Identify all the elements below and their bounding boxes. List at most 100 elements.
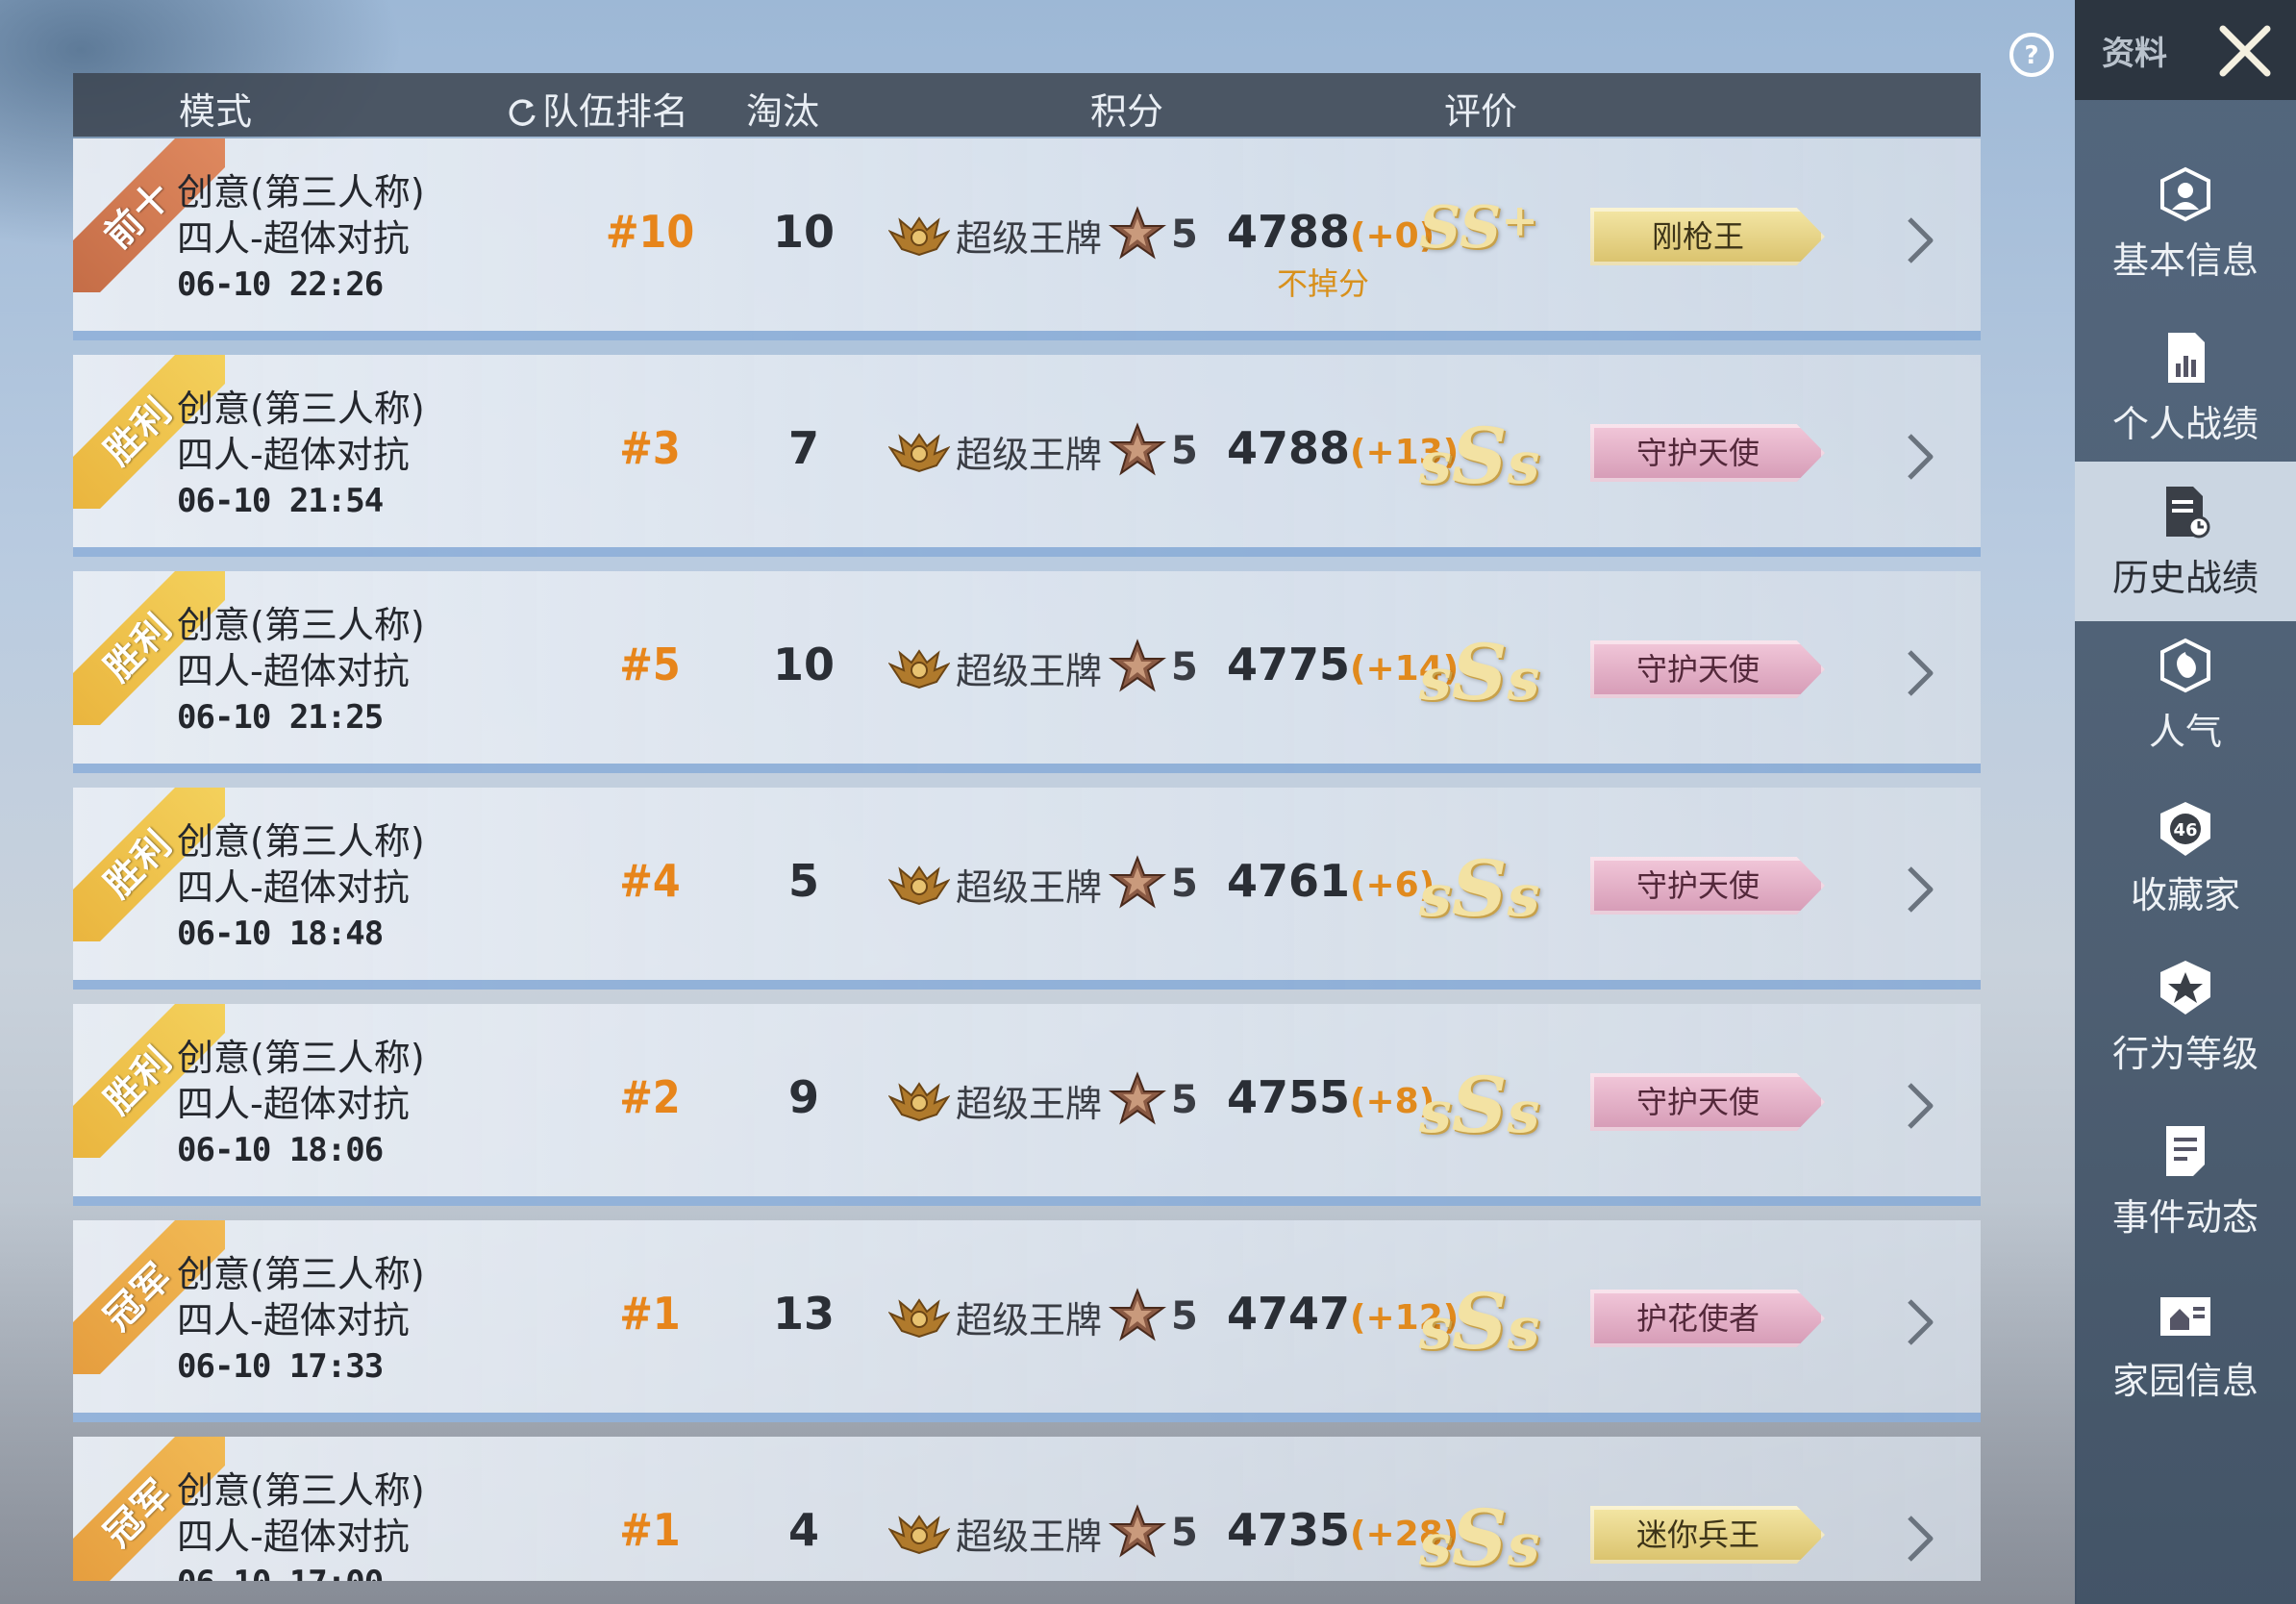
- tier-wing-icon: [888, 649, 950, 689]
- tier-name: 超级王牌: [956, 433, 1103, 476]
- sidebar-item-label: 历史战绩: [2111, 557, 2259, 599]
- tier-wing-icon: [888, 1298, 950, 1339]
- sidebar-item-profile[interactable]: 基本信息: [2075, 144, 2296, 304]
- grade-char-2: S: [1451, 411, 1508, 501]
- sidebar-item-history-document[interactable]: 历史战绩: [2075, 462, 2296, 621]
- tier-display: 超级王牌 5: [888, 855, 1198, 913]
- match-mode: 创意(第三人称) 四人-超体对抗 06-10 18:48: [177, 818, 425, 957]
- match-row[interactable]: 冠军 创意(第三人称) 四人-超体对抗 06-10 17:00 #1 4 超级王…: [73, 1437, 1981, 1581]
- sidebar-item-behavior-level[interactable]: 行为等级: [2075, 938, 2296, 1097]
- performance-grade: sSs: [1419, 1060, 1563, 1150]
- mode-sub: 四人-超体对抗: [177, 866, 410, 909]
- match-row[interactable]: 前十 创意(第三人称) 四人-超体对抗 06-10 22:26 #10 10 超…: [73, 138, 1981, 340]
- grade-char-3: s: [1507, 430, 1540, 497]
- match-history-list[interactable]: 前十 创意(第三人称) 四人-超体对抗 06-10 22:26 #10 10 超…: [73, 138, 1981, 1581]
- tier-name: 超级王牌: [956, 1298, 1103, 1341]
- mode-sub: 四人-超体对抗: [177, 1083, 410, 1125]
- team-rank: #2: [619, 1071, 681, 1123]
- behavior-level-icon: [2160, 961, 2210, 1015]
- tier-wing-icon: [888, 433, 950, 473]
- svg-text:?: ?: [2024, 41, 2038, 70]
- sidebar-item-collector-badge[interactable]: 46 收藏家: [2075, 779, 2296, 939]
- score-value: 4755: [1227, 1071, 1351, 1123]
- mode-sub: 四人-超体对抗: [177, 434, 410, 476]
- mode-name: 创意(第三人称): [177, 1469, 425, 1512]
- tier-level: 5: [1171, 862, 1198, 906]
- chevron-right-icon[interactable]: [1900, 646, 1938, 700]
- refresh-icon[interactable]: [506, 96, 538, 129]
- tier-display: 超级王牌 5: [888, 1504, 1198, 1562]
- title-badge: 护花使者: [1590, 1290, 1825, 1347]
- sidebar-item-label: 家园信息: [2111, 1360, 2259, 1402]
- tier-wing-icon: [888, 1082, 950, 1122]
- kill-count: 13: [772, 1288, 835, 1340]
- match-mode: 创意(第三人称) 四人-超体对抗 06-10 18:06: [177, 1035, 425, 1173]
- sidebar-item-popularity[interactable]: 人气: [2075, 615, 2296, 775]
- score-value: 4788: [1227, 206, 1351, 258]
- tier-name: 超级王牌: [956, 216, 1103, 260]
- score-display: 4761(+6): [1227, 855, 1435, 907]
- tier-display: 超级王牌 5: [888, 1288, 1198, 1345]
- header-team-rank[interactable]: 队伍排名: [506, 82, 688, 135]
- title-badge: 守护天使: [1590, 857, 1825, 915]
- tier-wing-icon: [888, 1515, 950, 1555]
- mode-name: 创意(第三人称): [177, 820, 425, 863]
- help-icon[interactable]: ?: [2008, 31, 2056, 79]
- tier-star-icon: [1109, 1288, 1167, 1341]
- mode-name: 创意(第三人称): [177, 1253, 425, 1295]
- grade-plus: +: [1501, 194, 1538, 246]
- tier-level: 5: [1171, 1294, 1198, 1339]
- event-note-icon: [2166, 1126, 2205, 1176]
- match-row[interactable]: 冠军 创意(第三人称) 四人-超体对抗 06-10 17:33 #1 13 超级…: [73, 1220, 1981, 1422]
- chevron-right-icon[interactable]: [1900, 863, 1938, 916]
- match-row[interactable]: 胜利 创意(第三人称) 四人-超体对抗 06-10 21:54 #3 7 超级王…: [73, 355, 1981, 557]
- title-badge: 守护天使: [1590, 424, 1825, 482]
- match-row[interactable]: 胜利 创意(第三人称) 四人-超体对抗 06-10 21:25 #5 10 超级…: [73, 571, 1981, 773]
- team-rank: #4: [619, 855, 681, 907]
- performance-grade: sSs: [1419, 411, 1563, 501]
- sidebar-item-label: 事件动态: [2111, 1196, 2259, 1239]
- match-mode: 创意(第三人称) 四人-超体对抗 06-10 17:33: [177, 1251, 425, 1390]
- chevron-right-icon[interactable]: [1900, 1295, 1938, 1349]
- close-icon[interactable]: [2213, 19, 2277, 83]
- kill-count: 5: [787, 855, 819, 907]
- title-badge: 迷你兵王: [1590, 1506, 1825, 1564]
- match-row[interactable]: 胜利 创意(第三人称) 四人-超体对抗 06-10 18:06 #2 9 超级王…: [73, 1004, 1981, 1206]
- mode-sub: 四人-超体对抗: [177, 217, 410, 260]
- kill-count: 10: [772, 206, 835, 258]
- tier-level: 5: [1171, 213, 1198, 257]
- chevron-right-icon[interactable]: [1900, 1079, 1938, 1133]
- header-kills: 淘汰: [746, 90, 820, 133]
- sidebar-title: 资料: [2102, 35, 2167, 73]
- chevron-right-icon[interactable]: [1900, 213, 1938, 267]
- header-rating: 评价: [1444, 90, 1518, 133]
- score-value: 4788: [1227, 422, 1351, 474]
- sidebar-item-event-note[interactable]: 事件动态: [2075, 1101, 2296, 1261]
- profile-icon: [2160, 166, 2210, 222]
- tier-level: 5: [1171, 1511, 1198, 1555]
- sidebar-header: 资料: [2075, 0, 2296, 100]
- sidebar-item-label: 人气: [2148, 711, 2222, 753]
- history-list-header: 模式 队伍排名 淘汰 积分 评价: [73, 73, 1981, 137]
- performance-grade: sSs: [1419, 1492, 1563, 1581]
- sidebar-item-label: 个人战绩: [2111, 403, 2259, 445]
- performance-grade: sSs: [1419, 843, 1563, 934]
- grade-char-2: S: [1451, 1060, 1508, 1150]
- tier-star-icon: [1109, 206, 1167, 260]
- chevron-right-icon[interactable]: [1900, 430, 1938, 484]
- mode-sub: 四人-超体对抗: [177, 650, 410, 692]
- stats-chart-icon: [2168, 333, 2205, 383]
- sidebar-item-stats-chart[interactable]: 个人战绩: [2075, 308, 2296, 467]
- tier-wing-icon: [888, 865, 950, 906]
- chevron-right-icon[interactable]: [1900, 1512, 1938, 1566]
- svg-text:46: 46: [2173, 820, 2197, 840]
- score-value: 4735: [1227, 1504, 1351, 1556]
- kill-count: 9: [787, 1071, 819, 1123]
- mode-name: 创意(第三人称): [177, 604, 425, 646]
- sidebar-item-home[interactable]: 家园信息: [2075, 1265, 2296, 1424]
- tier-wing-icon: [888, 216, 950, 257]
- match-row[interactable]: 胜利 创意(第三人称) 四人-超体对抗 06-10 18:48 #4 5 超级王…: [73, 788, 1981, 990]
- tier-name: 超级王牌: [956, 1082, 1103, 1125]
- kill-count: 10: [772, 639, 835, 690]
- tier-level: 5: [1171, 1078, 1198, 1122]
